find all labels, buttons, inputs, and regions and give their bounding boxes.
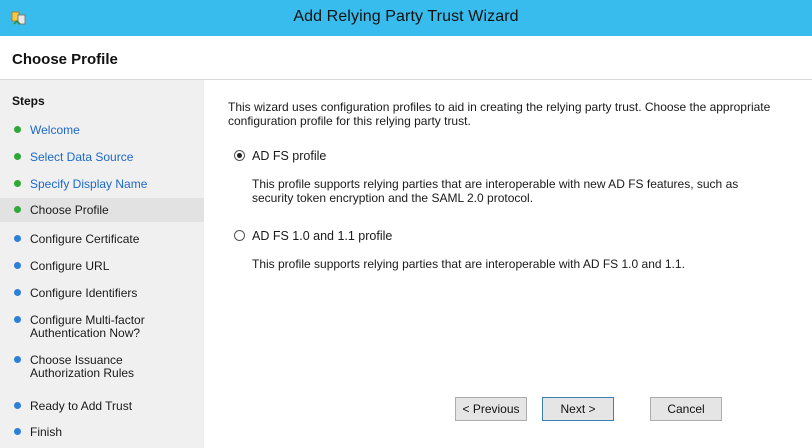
adfs-profile-description: This profile supports relying parties th… [252,177,792,205]
step-choose-profile: Choose Profile [0,198,204,222]
intro-text: This wizard uses configuration profiles … [228,100,788,128]
page-header: Choose Profile [0,36,812,80]
step-label: Choose Profile [30,203,109,217]
step-label: Configure URL [30,259,110,273]
step-label: Specify Display Name [30,177,148,191]
step-specify-display-name[interactable]: Specify Display Name [0,175,204,193]
main-pane: This wizard uses configuration profiles … [204,80,812,448]
intro-line: configuration profile for this relying p… [228,114,471,128]
step-label-line2: Authentication Now? [30,326,141,340]
intro-line: This wizard uses configuration profiles … [228,100,771,114]
status-dot-icon [14,262,21,269]
step-label-line1: Choose Issuance [30,353,123,367]
radio-selected-icon[interactable] [234,150,245,161]
title-bar: Add Relying Party Trust Wizard [0,0,812,36]
cancel-button[interactable]: Cancel [650,397,722,421]
step-label: Configure Certificate [30,232,140,246]
status-dot-icon [14,206,21,213]
step-label: Configure Identifiers [30,286,138,300]
steps-pane: Steps Welcome Select Data Source Specify… [0,80,204,448]
description-line: This profile supports relying parties th… [252,177,739,191]
status-dot-icon [14,153,21,160]
status-dot-icon [14,235,21,242]
step-label-line1: Configure Multi-factor [30,313,145,327]
step-ready-to-add-trust: Ready to Add Trust [0,397,204,415]
next-button[interactable]: Next > [542,397,614,421]
step-label-line2: Authorization Rules [30,366,135,380]
radio-label[interactable]: AD FS 1.0 and 1.1 profile [252,229,392,243]
wizard-window: Add Relying Party Trust Wizard Choose Pr… [0,0,812,448]
description-line: security token encryption and the SAML 2… [252,191,534,205]
step-configure-identifiers: Configure Identifiers [0,284,204,302]
description-line: This profile supports relying parties th… [252,257,685,271]
step-configure-url: Configure URL [0,257,204,275]
previous-button[interactable]: < Previous [455,397,527,421]
step-configure-certificate: Configure Certificate [0,230,204,248]
step-configure-multifactor: Configure Multi-factor Authentication No… [0,311,204,341]
status-dot-icon [14,126,21,133]
step-choose-issuance-rules: Choose Issuance Authorization Rules [0,351,204,381]
status-dot-icon [14,316,21,323]
status-dot-icon [14,428,21,435]
radio-unselected-icon[interactable] [234,230,245,241]
step-label: Finish [30,425,63,439]
status-dot-icon [14,180,21,187]
adfs-1x-profile-description: This profile supports relying parties th… [252,257,792,271]
page-title: Choose Profile [12,51,118,68]
step-select-data-source[interactable]: Select Data Source [0,148,204,166]
status-dot-icon [14,402,21,409]
step-welcome[interactable]: Welcome [0,121,204,139]
status-dot-icon [14,356,21,363]
status-dot-icon [14,289,21,296]
step-label: Ready to Add Trust [30,399,133,413]
step-label: Welcome [30,123,80,137]
steps-heading: Steps [12,94,45,108]
window-title: Add Relying Party Trust Wizard [293,8,519,25]
step-label: Select Data Source [30,150,134,164]
step-finish: Finish [0,423,204,441]
radio-label[interactable]: AD FS profile [252,149,326,163]
